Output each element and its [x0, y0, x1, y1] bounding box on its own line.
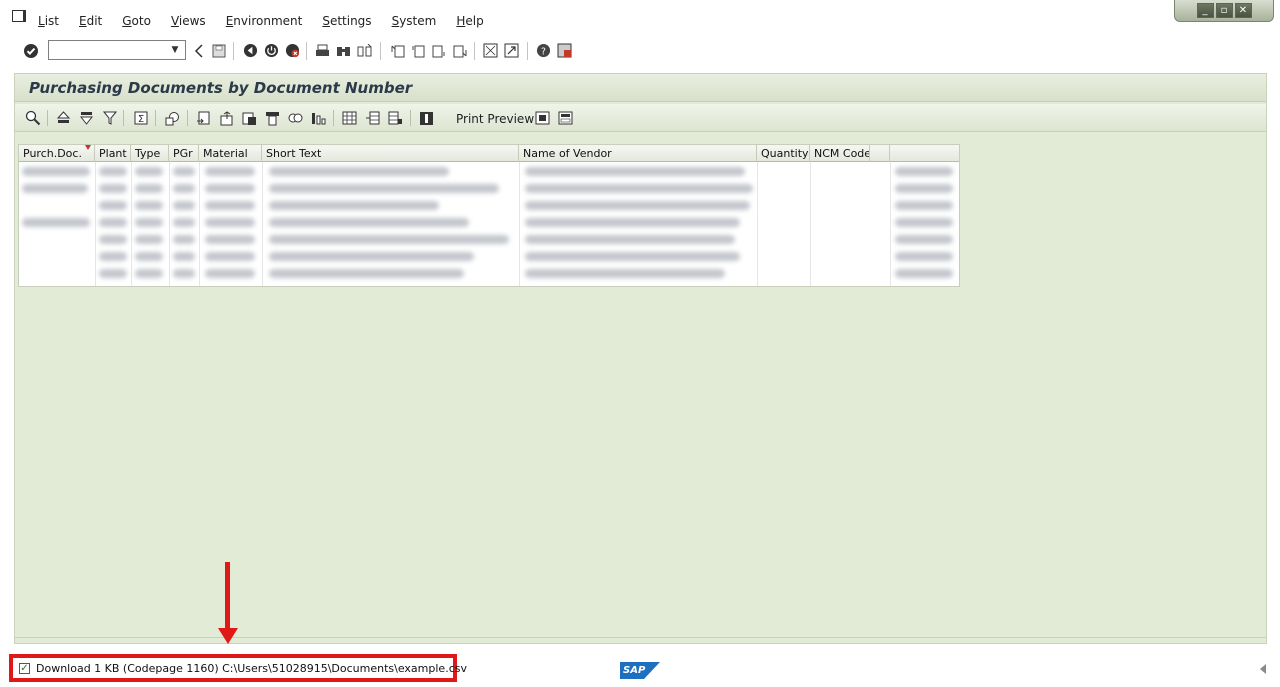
- status-expand-arrow-icon[interactable]: [1260, 664, 1266, 674]
- change-layout-icon[interactable]: [341, 110, 358, 126]
- table-row[interactable]: [19, 265, 959, 282]
- column-header-pgr[interactable]: PGr: [169, 145, 199, 162]
- column-header-vendor-name[interactable]: Name of Vendor: [519, 145, 757, 162]
- find-next-icon[interactable]: [356, 42, 373, 59]
- svg-text:Σ: Σ: [137, 114, 143, 125]
- alv-grid: Purch.Doc. Plant Type PGr Material Short…: [18, 144, 960, 287]
- collapse-arrow-icon[interactable]: [190, 42, 207, 59]
- sort-descending-icon[interactable]: [78, 110, 95, 126]
- exit-icon[interactable]: [263, 42, 280, 59]
- previous-page-icon[interactable]: [409, 42, 426, 59]
- total-icon[interactable]: Σ: [132, 110, 149, 126]
- sort-indicator-icon: [85, 145, 91, 150]
- standard-toolbar: ▼ ?: [0, 38, 1280, 64]
- menu-items: List Edit Goto Views Environment Setting…: [38, 14, 504, 28]
- table-row[interactable]: [19, 180, 959, 197]
- last-page-icon[interactable]: [451, 42, 468, 59]
- application-toolbar: Σ Print Preview: [15, 104, 1266, 132]
- menu-edit[interactable]: Edit: [79, 14, 102, 28]
- table-row[interactable]: [19, 214, 959, 231]
- menu-settings[interactable]: Settings: [322, 14, 371, 28]
- print-icon[interactable]: [314, 42, 331, 59]
- menu-exit-icon[interactable]: [12, 10, 26, 22]
- subtotal-icon[interactable]: [164, 110, 181, 126]
- shortcut-icon[interactable]: [503, 42, 520, 59]
- export-icon[interactable]: [195, 110, 212, 126]
- minimize-button[interactable]: _: [1196, 3, 1214, 18]
- spreadsheet-icon[interactable]: [241, 110, 258, 126]
- save-icon[interactable]: [210, 42, 227, 59]
- customize-layout-icon[interactable]: [556, 42, 573, 59]
- create-session-icon[interactable]: [482, 42, 499, 59]
- menu-list[interactable]: List: [38, 14, 59, 28]
- main-container: Purchasing Documents by Document Number …: [14, 73, 1267, 638]
- column-header-extra-2: [890, 145, 959, 162]
- find-icon[interactable]: [335, 42, 352, 59]
- status-highlight-box: ✓ Download 1 KB (Codepage 1160) C:\Users…: [9, 654, 467, 682]
- close-button[interactable]: ✕: [1234, 3, 1252, 18]
- title-bar: Purchasing Documents by Document Number: [15, 74, 1266, 102]
- help-icon[interactable]: ?: [535, 42, 552, 59]
- menu-system[interactable]: System: [392, 14, 437, 28]
- grid-header: Purch.Doc. Plant Type PGr Material Short…: [19, 145, 959, 162]
- first-page-icon[interactable]: [389, 42, 406, 59]
- column-header-type[interactable]: Type: [131, 145, 169, 162]
- page-title: Purchasing Documents by Document Number: [29, 79, 413, 97]
- graphic-icon[interactable]: [310, 110, 327, 126]
- menu-help[interactable]: Help: [456, 14, 483, 28]
- back-icon[interactable]: [242, 42, 259, 59]
- sap-logo: SAP: [620, 662, 660, 679]
- annotation-arrow-shaft: [225, 562, 230, 632]
- select-layout-icon[interactable]: [364, 110, 381, 126]
- next-page-icon[interactable]: [430, 42, 447, 59]
- status-message[interactable]: Download 1 KB (Codepage 1160) C:\Users\5…: [36, 662, 467, 675]
- send-icon[interactable]: [218, 110, 235, 126]
- table-row[interactable]: [19, 248, 959, 265]
- success-check-icon: ✓: [19, 663, 30, 674]
- column-header-purch-doc[interactable]: Purch.Doc.: [19, 145, 95, 162]
- command-field[interactable]: [48, 40, 186, 60]
- main-bottom-edge: [14, 638, 1267, 644]
- table-row[interactable]: [19, 163, 959, 180]
- column-header-extra: [870, 145, 890, 162]
- save-layout-icon[interactable]: [387, 110, 404, 126]
- details-icon[interactable]: [24, 110, 41, 126]
- menu-environment[interactable]: Environment: [226, 14, 303, 28]
- print-preview-button[interactable]: Print Preview: [456, 112, 534, 126]
- chevron-down-icon[interactable]: ▼: [168, 42, 182, 58]
- abc-analysis-icon[interactable]: [557, 110, 574, 126]
- window-controls: _ ▫ ✕: [1174, 0, 1274, 22]
- column-header-plant[interactable]: Plant: [95, 145, 131, 162]
- status-bar: ✓ Download 1 KB (Codepage 1160) C:\Users…: [0, 648, 1280, 687]
- table-row[interactable]: [19, 197, 959, 214]
- print-preview-icon[interactable]: [534, 110, 551, 126]
- info-icon[interactable]: [418, 110, 435, 126]
- enter-check-icon[interactable]: [22, 42, 39, 59]
- column-header-quantity[interactable]: Quantity: [757, 145, 810, 162]
- menu-bar: List Edit Goto Views Environment Setting…: [0, 0, 1280, 38]
- restore-button[interactable]: ▫: [1215, 3, 1233, 18]
- sort-ascending-icon[interactable]: [55, 110, 72, 126]
- cancel-icon[interactable]: [284, 42, 301, 59]
- column-header-short-text[interactable]: Short Text: [262, 145, 519, 162]
- column-header-ncm-code[interactable]: NCM Code: [810, 145, 870, 162]
- menu-views[interactable]: Views: [171, 14, 206, 28]
- table-row[interactable]: [19, 231, 959, 248]
- menu-goto[interactable]: Goto: [122, 14, 151, 28]
- filter-icon[interactable]: [101, 110, 118, 126]
- annotation-arrow-icon: [218, 628, 238, 644]
- svg-text:?: ?: [541, 46, 546, 57]
- local-file-icon[interactable]: [287, 110, 304, 126]
- column-header-material[interactable]: Material: [199, 145, 262, 162]
- word-processing-icon[interactable]: [264, 110, 281, 126]
